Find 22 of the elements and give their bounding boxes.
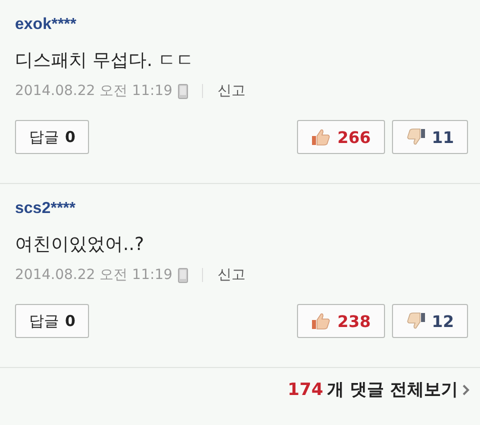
comment-text: 여친이있었어..? [15, 233, 145, 256]
author-name: exok**** [15, 16, 78, 34]
dislike-button[interactable]: 12 [392, 304, 468, 338]
phone-icon [178, 268, 188, 282]
comment-text: 디스패치 무섭다. ㄷㄷ [15, 49, 196, 72]
view-all-comments-link[interactable]: 174 개 댓글 전체보기 [288, 378, 470, 401]
report-link[interactable]: 신고 [217, 266, 246, 284]
reply-button[interactable]: 답글 0 [15, 304, 90, 338]
thumbs-up-icon [311, 311, 332, 331]
timestamp: 2014.08.22 오전 11:19 [15, 266, 172, 284]
thumbs-down-icon [406, 127, 426, 147]
like-button[interactable]: 266 [297, 120, 385, 154]
timestamp: 2014.08.22 오전 11:19 [15, 82, 172, 100]
thumbs-up-icon [311, 127, 332, 147]
dislike-button[interactable]: 11 [392, 120, 468, 154]
author-name: scs2**** [15, 200, 76, 218]
phone-icon [178, 84, 188, 98]
like-button[interactable]: 238 [297, 304, 385, 338]
chevron-right-icon [462, 384, 470, 396]
report-link[interactable]: 신고 [217, 82, 246, 100]
thumbs-down-icon [406, 311, 426, 331]
reply-button[interactable]: 답글 0 [15, 120, 90, 154]
